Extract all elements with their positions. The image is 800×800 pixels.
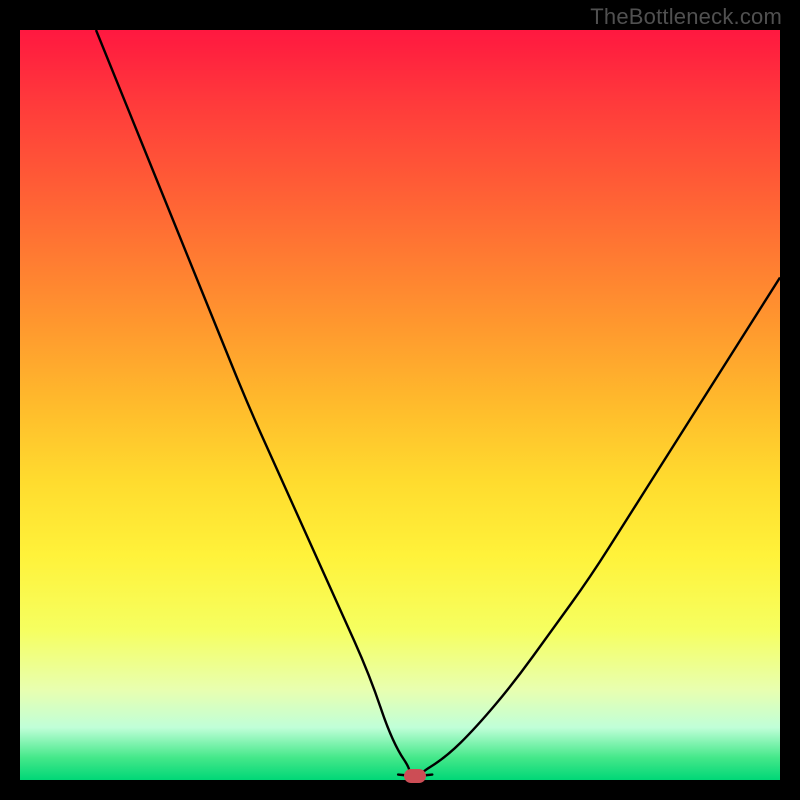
chart-page: TheBottleneck.com	[0, 0, 800, 800]
optimal-point-marker	[404, 769, 426, 783]
attribution-text: TheBottleneck.com	[590, 4, 782, 30]
plot-area	[20, 30, 780, 780]
bottleneck-curve	[20, 30, 780, 780]
